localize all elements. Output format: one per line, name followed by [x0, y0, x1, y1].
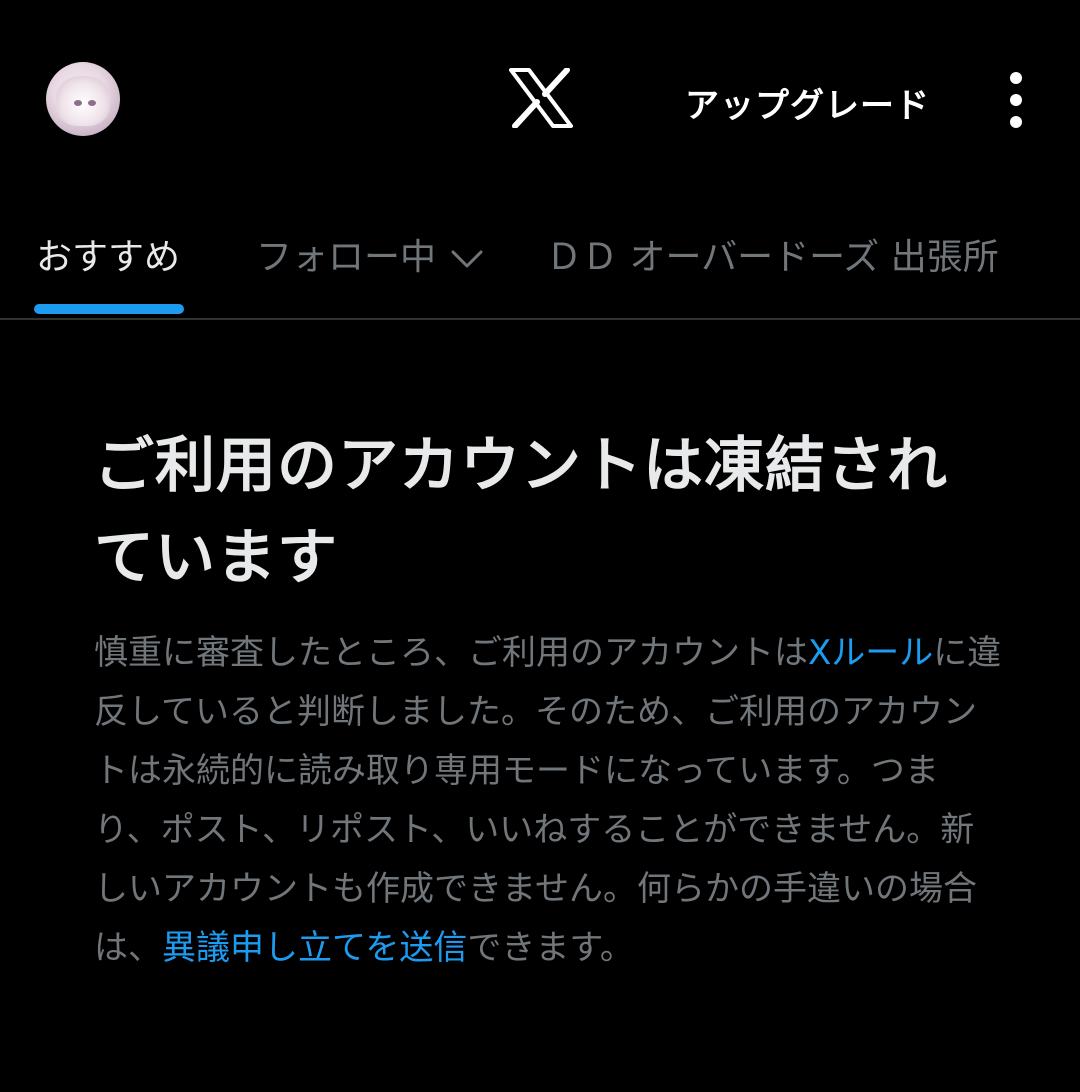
timeline-tabs: おすすめ フォロー中 ＤＤ オーバードーズ 出張所	[0, 200, 1080, 320]
tab-recommended[interactable]: おすすめ	[36, 228, 180, 280]
tab-list-dd-overdose[interactable]: ＤＤ オーバードーズ 出張所	[546, 228, 999, 280]
chevron-down-icon	[451, 250, 483, 268]
x-logo-icon[interactable]	[509, 68, 573, 128]
avatar-eye-left	[74, 100, 82, 106]
suspension-notice: ご利用のアカウントは凍結されています 慎重に審査したところ、ご利用のアカウントは…	[94, 420, 1004, 978]
notice-body: 慎重に審査したところ、ご利用のアカウントはXルールに違反していると判断しました。…	[94, 624, 1004, 978]
avatar-eye-right	[88, 100, 96, 106]
profile-avatar[interactable]	[46, 62, 120, 136]
tab-following-label: フォロー中	[256, 237, 437, 278]
x-rules-link[interactable]: Xルール	[808, 633, 933, 673]
notice-body-text-1: 慎重に審査したところ、ご利用のアカウントは	[94, 633, 808, 673]
notice-title: ご利用のアカウントは凍結されています	[94, 431, 948, 593]
avatar-illustration	[56, 76, 110, 126]
active-tab-indicator	[34, 304, 184, 314]
appeal-link[interactable]: 異議申し立てを送信	[162, 928, 467, 968]
notice-body-text-2: に違反していると判断しました。そのため、ご利用のアカウントは永続的に読み取り専用…	[94, 633, 1002, 968]
tab-following[interactable]: フォロー中	[256, 228, 484, 280]
upgrade-button[interactable]: アップグレード	[685, 78, 930, 127]
top-app-bar: アップグレード	[0, 0, 1080, 200]
vertical-ellipsis-icon[interactable]	[1006, 72, 1026, 128]
notice-body-text-3: できます。	[467, 928, 634, 968]
